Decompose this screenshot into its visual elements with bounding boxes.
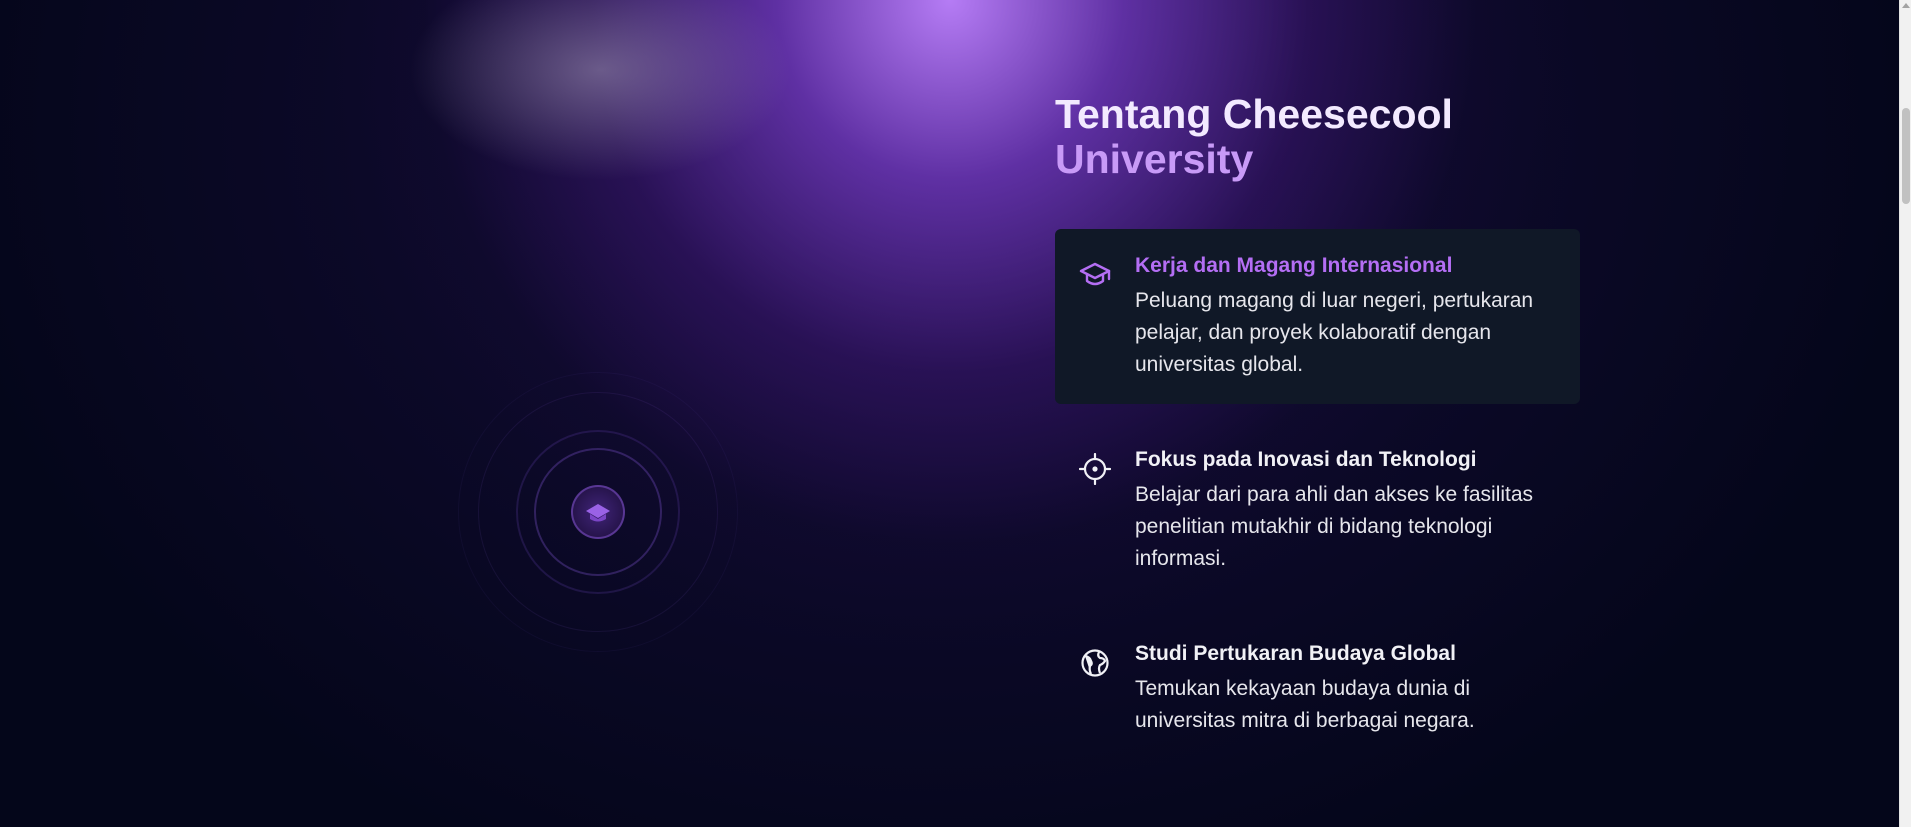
scrollbar-thumb[interactable] bbox=[1902, 108, 1910, 204]
title-line-1: Tentang Cheesecool bbox=[1055, 91, 1453, 137]
crosshair-icon bbox=[1077, 451, 1113, 487]
page-scrollbar[interactable] bbox=[1899, 0, 1911, 827]
feature-description: Temukan kekayaan budaya dunia di univers… bbox=[1135, 677, 1475, 732]
feature-card-innovation[interactable]: Fokus pada Inovasi dan Teknologi Belajar… bbox=[1055, 423, 1580, 598]
scroll-up-arrow-icon[interactable] bbox=[1902, 3, 1910, 8]
graduation-cap-icon bbox=[1077, 257, 1113, 293]
logo-emblem bbox=[458, 372, 738, 652]
feature-title: Studi Pertukaran Budaya Global bbox=[1135, 642, 1456, 665]
page-title: Tentang Cheesecool University bbox=[1055, 92, 1453, 182]
feature-card-internship[interactable]: Kerja dan Magang Internasional Peluang m… bbox=[1055, 229, 1580, 404]
title-line-2: University bbox=[1055, 136, 1254, 182]
feature-description: Belajar dari para ahli dan akses ke fasi… bbox=[1135, 483, 1534, 570]
feature-title: Kerja dan Magang Internasional bbox=[1135, 254, 1453, 277]
feature-card-cultural-exchange[interactable]: Studi Pertukaran Budaya Global Temukan k… bbox=[1055, 617, 1580, 767]
globe-icon bbox=[1077, 645, 1113, 681]
university-logo-icon bbox=[571, 485, 625, 539]
feature-title: Fokus pada Inovasi dan Teknologi bbox=[1135, 448, 1477, 471]
feature-description: Peluang magang di luar negeri, pertukara… bbox=[1135, 289, 1534, 376]
background-glow bbox=[0, 0, 1911, 827]
